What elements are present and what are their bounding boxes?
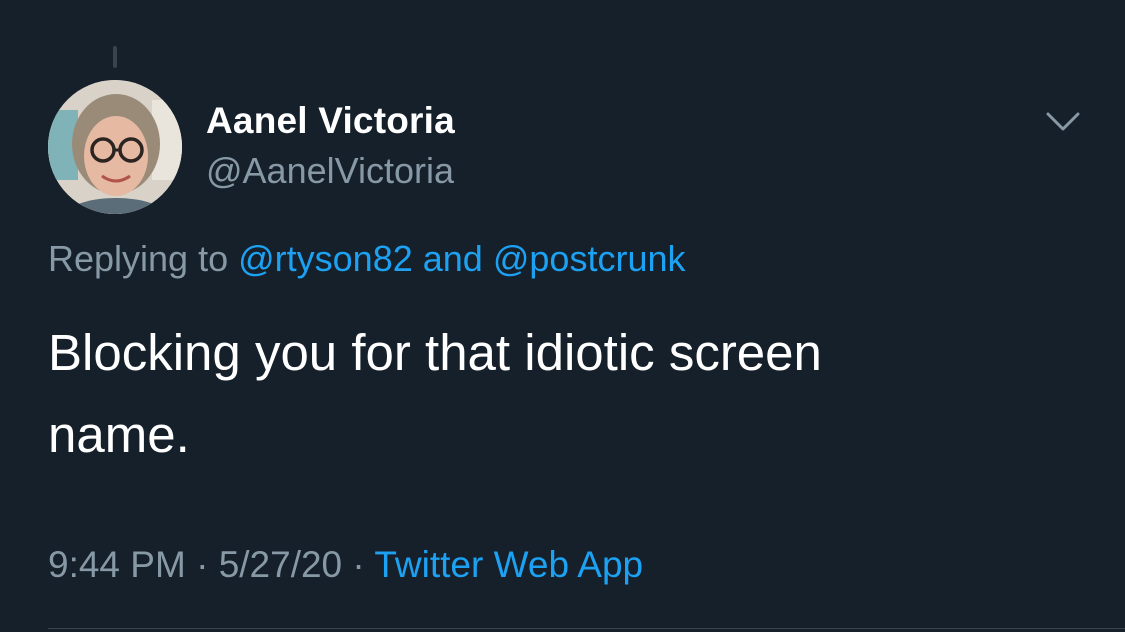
tweet-meta: 9:44 PM · 5/27/20 · Twitter Web App xyxy=(48,544,643,586)
thread-connector-line xyxy=(113,46,117,68)
replying-to-line: Replying to @rtyson82 and @postcrunk xyxy=(48,238,685,280)
avatar-photo xyxy=(48,80,182,214)
tweet-menu-button[interactable] xyxy=(1040,104,1086,140)
tweet-text-line: name. xyxy=(48,406,190,463)
tweet-time[interactable]: 9:44 PM xyxy=(48,544,186,585)
tweet-text-line: Blocking you for that idiotic screen xyxy=(48,324,822,381)
author-handle[interactable]: @AanelVictoria xyxy=(206,150,454,192)
chevron-down-icon xyxy=(1046,112,1080,131)
reply-user-link[interactable]: @rtyson82 xyxy=(238,238,413,279)
tweet-date[interactable]: 5/27/20 xyxy=(219,544,342,585)
avatar[interactable] xyxy=(48,80,182,214)
tweet-source-link[interactable]: Twitter Web App xyxy=(374,544,643,585)
tweet-text: Blocking you for that idiotic screen nam… xyxy=(48,312,1048,476)
meta-separator: · xyxy=(196,544,209,585)
replying-to-prefix: Replying to xyxy=(48,238,229,279)
divider xyxy=(48,628,1125,629)
tweet-card: Aanel Victoria @AanelVictoria Replying t… xyxy=(0,0,1125,632)
meta-separator: · xyxy=(352,544,365,585)
reply-user-link[interactable]: @postcrunk xyxy=(493,238,686,279)
replying-to-conjunction: and xyxy=(422,238,483,279)
author-display-name[interactable]: Aanel Victoria xyxy=(206,100,455,142)
